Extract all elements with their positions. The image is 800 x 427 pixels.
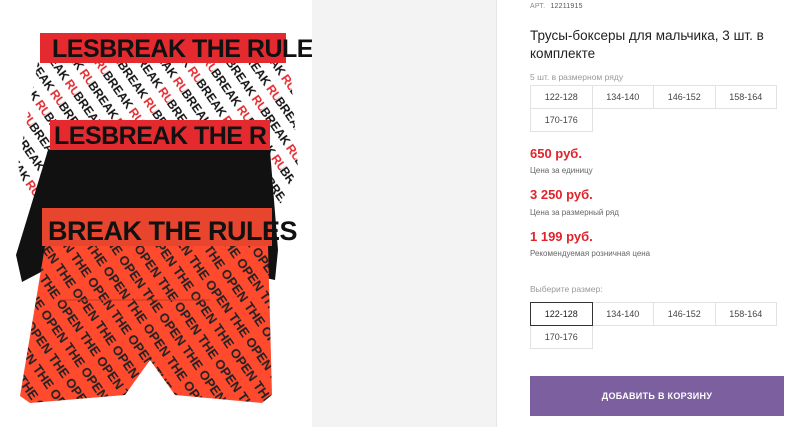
size-row-grid: 122-128 134-140 146-152 158-164 170-176: [530, 85, 777, 132]
size-row-item: 146-152: [653, 85, 716, 109]
size-option-170-176[interactable]: 170-176: [530, 325, 593, 349]
article-value: 12211915: [550, 3, 583, 10]
gallery-side-panel: [312, 0, 496, 427]
retail-price-note: Рекомендуемая розничная цена: [530, 249, 651, 258]
svg-text:LESBREAK THE RULES: LESBREAK THE RULES: [52, 35, 312, 63]
size-option-134-140[interactable]: 134-140: [591, 302, 654, 326]
panel-divider: [496, 0, 497, 427]
unit-price: 650 руб.: [530, 146, 582, 161]
svg-text:LESBREAK THE R: LESBREAK THE R: [54, 122, 267, 150]
red-boxer: BREAK THE RULES: [20, 208, 298, 403]
boxer-briefs-illustration: BREAK RU OPEN THE LESBREAK THE RULES LES…: [16, 33, 330, 403]
size-row-price: 3 250 руб.: [530, 187, 593, 202]
size-row-label: 5 шт. в размерном ряду: [530, 72, 624, 82]
size-row-item: 158-164: [714, 85, 777, 109]
add-to-cart-button[interactable]: ДОБАВИТЬ В КОРЗИНУ: [530, 376, 784, 416]
product-title: Трусы-боксеры для мальчика, 3 шт. в комп…: [530, 28, 764, 61]
size-row-item: 134-140: [591, 85, 654, 109]
size-selector: 122-128 134-140 146-152 158-164 170-176: [530, 302, 777, 349]
article-label: АРТ.: [530, 3, 546, 10]
size-option-146-152[interactable]: 146-152: [653, 302, 716, 326]
size-option-122-128[interactable]: 122-128: [530, 302, 593, 326]
size-row-price-note: Цена за размерный ряд: [530, 208, 619, 217]
size-row-item: 122-128: [530, 85, 593, 109]
article-number: АРТ. 12211915: [530, 3, 583, 10]
unit-price-note: Цена за единицу: [530, 166, 593, 175]
size-option-158-164[interactable]: 158-164: [714, 302, 777, 326]
retail-price: 1 199 руб.: [530, 229, 593, 244]
svg-text:BREAK THE RULES: BREAK THE RULES: [48, 216, 297, 246]
size-row-item: 170-176: [530, 108, 593, 132]
product-image[interactable]: BREAK RU OPEN THE LESBREAK THE RULES LES…: [0, 0, 330, 427]
size-select-label: Выберите размер:: [530, 284, 603, 294]
